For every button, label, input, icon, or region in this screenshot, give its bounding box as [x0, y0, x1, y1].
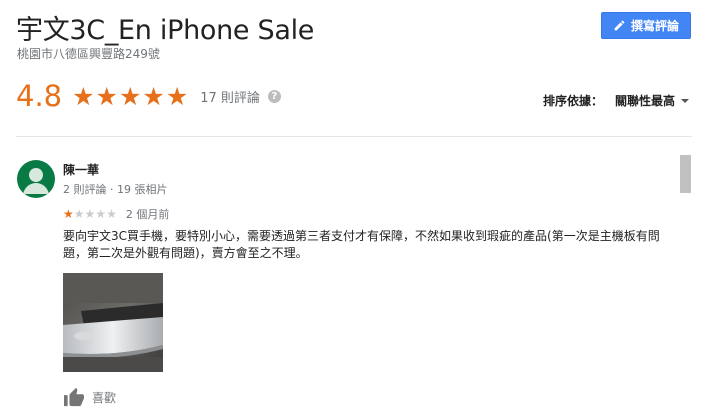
- review-rating-row: ★ ★ ★ ★ ★ 2 個月前: [63, 206, 169, 222]
- review-text: 要向宇文3C買手機，要特別小心，需要透過第三者支付才有保障，不然如果收到瑕疵的產…: [63, 229, 660, 260]
- star-icon: ★: [95, 81, 118, 111]
- like-label: 喜歡: [92, 390, 117, 405]
- person-icon: [23, 168, 49, 194]
- star-icon: ★: [95, 207, 107, 221]
- thumbs-up-icon: [64, 387, 84, 407]
- question-icon[interactable]: ?: [267, 89, 281, 103]
- sort-dropdown[interactable]: 關聯性最高: [615, 92, 675, 109]
- place-address: 桃園市八德區興豐路249號: [17, 47, 160, 61]
- write-review-button[interactable]: 撰寫評論: [601, 12, 691, 39]
- rating-stars: ★ ★ ★ ★ ★: [72, 84, 188, 109]
- star-icon: ★: [84, 207, 96, 221]
- avatar[interactable]: [17, 160, 55, 198]
- pencil-icon: [614, 20, 625, 31]
- sort-label: 排序依據：: [543, 94, 604, 108]
- star-icon: ★: [63, 207, 74, 221]
- write-review-label: 撰寫評論: [630, 19, 679, 33]
- place-title: 宇文3C_En iPhone Sale: [16, 15, 315, 46]
- star-icon: ★: [165, 81, 189, 111]
- divider: [16, 136, 692, 137]
- reviewer-name[interactable]: 陳一華: [63, 161, 99, 178]
- sort-control[interactable]: 排序依據： 關聯性最高: [543, 92, 690, 109]
- reviewer-meta: 2 則評論 · 19 張相片: [63, 183, 168, 196]
- like-button[interactable]: 喜歡: [63, 387, 116, 407]
- star-icon: ★: [142, 81, 165, 111]
- rating-summary: 4.8 ★ ★ ★ ★ ★ 17 則評論 ?: [16, 76, 281, 116]
- caret-down-icon[interactable]: [681, 98, 690, 103]
- star-icon: ★: [72, 81, 95, 111]
- review-count[interactable]: 17 則評論: [200, 87, 260, 106]
- star-icon: ★: [73, 207, 85, 221]
- review-photo[interactable]: [63, 273, 163, 372]
- scrollbar-thumb[interactable]: [680, 155, 691, 193]
- star-icon: ★: [106, 207, 117, 221]
- star-icon: ★: [118, 81, 142, 111]
- review-date: 2 個月前: [125, 208, 170, 221]
- rating-value: 4.8: [16, 79, 63, 113]
- review-stars: ★ ★ ★ ★ ★: [63, 208, 117, 220]
